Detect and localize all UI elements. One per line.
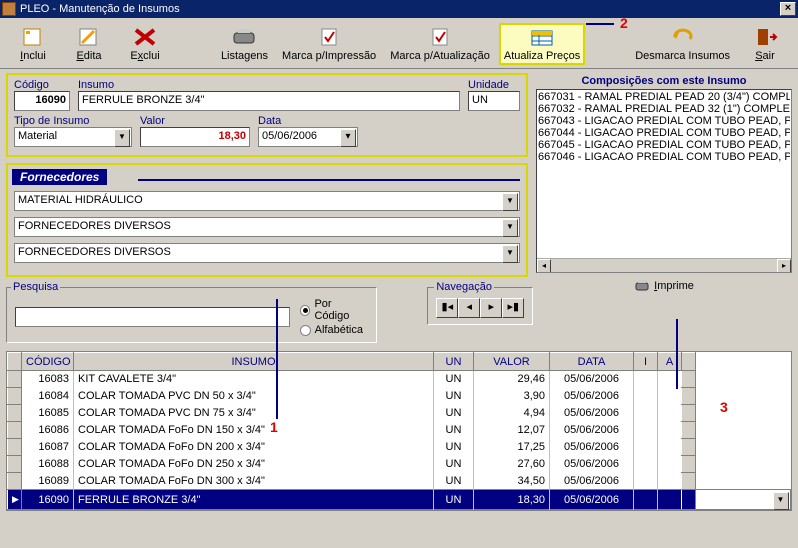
atualiza-precos-button[interactable]: Atualiza Preços (500, 24, 584, 64)
h-scrollbar[interactable]: ◂▸ (537, 258, 791, 272)
pesquisa-label: Pesquisa (11, 281, 60, 293)
list-item[interactable]: 667032 - RAMAL PREDIAL PEAD 32 (1") COMP… (538, 103, 790, 115)
list-item[interactable]: 667044 - LIGACAO PREDIAL COM TUBO PEAD, … (538, 127, 790, 139)
list-item[interactable]: 667045 - LIGACAO PREDIAL COM TUBO PEAD, … (538, 139, 790, 151)
nav-prev-button[interactable]: ◂ (458, 298, 480, 318)
pesquisa-input[interactable] (15, 307, 290, 327)
valor-input[interactable]: 18,30 (140, 127, 250, 147)
col-data[interactable]: DATA (550, 353, 634, 371)
fornecedores-group: Fornecedores MATERIAL HIDRÁULICO FORNECE… (6, 163, 528, 277)
fornecedor-2-select[interactable]: FORNECEDORES DIVERSOS (14, 217, 520, 237)
sair-button[interactable]: Sair (740, 24, 790, 64)
tipo-select[interactable]: Material (14, 127, 132, 147)
imprime-button[interactable]: Imprime (536, 279, 792, 293)
table-row[interactable]: ▶16090FERRULE BRONZE 3/4"UN18,3005/06/20… (8, 490, 791, 510)
unidade-label: Unidade (468, 79, 520, 91)
col-valor[interactable]: VALOR (474, 353, 550, 371)
insumos-grid[interactable]: CÓDIGO INSUMO UN VALOR DATA I A 16083KIT… (6, 351, 792, 511)
nav-first-button[interactable]: ▮◂ (436, 298, 458, 318)
desmarca-button[interactable]: Desmarca Insumos (631, 24, 734, 64)
title-bar: PLEO - Manutenção de Insumos × (0, 0, 798, 18)
grid-header-row: CÓDIGO INSUMO UN VALOR DATA I A (8, 353, 791, 371)
marca-imp-label: Marca p/Impressão (282, 50, 376, 62)
marca-atu-label: Marca p/Atualização (390, 50, 490, 62)
insumo-input[interactable]: FERRULE BRONZE 3/4" (78, 91, 460, 111)
inclui-button[interactable]: Inclui (8, 24, 58, 64)
table-row[interactable]: 16086COLAR TOMADA FoFo DN 150 x 3/4"UN12… (8, 422, 791, 439)
table-row[interactable]: 16089COLAR TOMADA FoFo DN 300 x 3/4"UN34… (8, 473, 791, 490)
navegacao-group: Navegação ▮◂ ◂ ▸ ▸▮ (427, 287, 533, 325)
composicoes-list[interactable]: 667031 - RAMAL PREDIAL PEAD 20 (3/4") CO… (536, 89, 792, 273)
listagens-label: Listagens (221, 50, 268, 62)
list-item[interactable]: 667043 - LIGACAO PREDIAL COM TUBO PEAD, … (538, 115, 790, 127)
marca-atualizacao-button[interactable]: Marca p/Atualização (386, 24, 494, 64)
fornecedor-3-select[interactable]: FORNECEDORES DIVERSOS (14, 243, 520, 263)
table-row[interactable]: 16083KIT CAVALETE 3/4"UN29,4605/06/2006 (8, 371, 791, 388)
fornecedor-1-select[interactable]: MATERIAL HIDRÁULICO (14, 191, 520, 211)
tipo-label: Tipo de Insumo (14, 115, 132, 127)
inclui-label: nclui (23, 50, 46, 62)
exclui-button[interactable]: Exclui (120, 24, 170, 64)
table-row[interactable]: 16085COLAR TOMADA PVC DN 75 x 3/4"UN4,94… (8, 405, 791, 422)
codigo-input[interactable]: 16090 (14, 91, 70, 111)
atualiza-label: Atualiza Preços (504, 50, 580, 62)
alfabetica-radio[interactable]: Alfabética (300, 324, 369, 336)
close-button[interactable]: × (780, 2, 796, 16)
pesquisa-group: Pesquisa Por Código Alfabética (6, 287, 377, 343)
navegacao-label: Navegação (434, 281, 494, 293)
window-title: PLEO - Manutenção de Insumos (20, 3, 180, 15)
toolbar: Inclui Edita Exclui Listagens Marca p/Im… (0, 18, 798, 69)
col-a[interactable]: A (658, 353, 682, 371)
composicoes-title: Composições com este Insumo (536, 73, 792, 89)
col-un[interactable]: UN (434, 353, 474, 371)
por-codigo-radio[interactable]: Por Código (300, 298, 369, 322)
listagens-button[interactable]: Listagens (217, 24, 272, 64)
marca-impressao-button[interactable]: Marca p/Impressão (278, 24, 380, 64)
unidade-input[interactable]: UN (468, 91, 520, 111)
col-codigo[interactable]: CÓDIGO (22, 353, 74, 371)
insumo-label: Insumo (78, 79, 460, 91)
table-row[interactable]: 16084COLAR TOMADA PVC DN 50 x 3/4"UN3,90… (8, 388, 791, 405)
fornecedores-title: Fornecedores (12, 169, 107, 185)
desmarca-label: Desmarca Insumos (635, 50, 730, 62)
app-icon (2, 2, 16, 16)
col-insumo[interactable]: INSUMO (74, 353, 434, 371)
col-i[interactable]: I (634, 353, 658, 371)
data-label: Data (258, 115, 358, 127)
edita-button[interactable]: Edita (64, 24, 114, 64)
nav-next-button[interactable]: ▸ (480, 298, 502, 318)
list-item[interactable]: 667031 - RAMAL PREDIAL PEAD 20 (3/4") CO… (538, 91, 790, 103)
data-input[interactable]: 05/06/2006 (258, 127, 358, 147)
printer-icon (634, 279, 650, 293)
codigo-label: Código (14, 79, 70, 91)
nav-last-button[interactable]: ▸▮ (502, 298, 524, 318)
table-row[interactable]: 16087COLAR TOMADA FoFo DN 200 x 3/4"UN17… (8, 439, 791, 456)
list-item[interactable]: 667046 - LIGACAO PREDIAL COM TUBO PEAD, … (538, 151, 790, 163)
valor-label: Valor (140, 115, 250, 127)
table-row[interactable]: 16088COLAR TOMADA FoFo DN 250 x 3/4"UN27… (8, 456, 791, 473)
